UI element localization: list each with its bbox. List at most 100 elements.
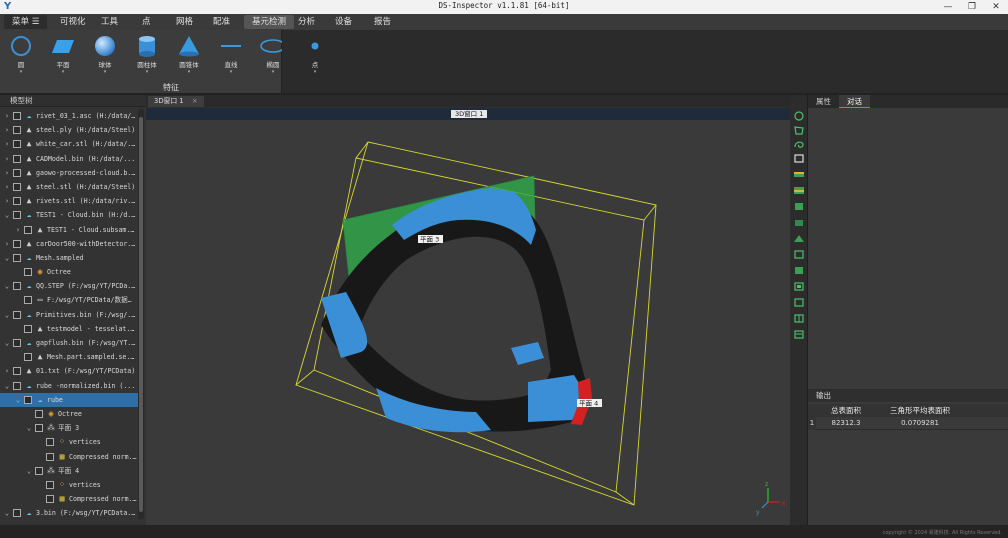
box-filter-icon[interactable]	[793, 249, 805, 260]
tree-row[interactable]: ▲ Mesh.part.sampled.se...	[0, 350, 138, 364]
tool-cylinder[interactable]: 圆柱体 ▾	[126, 33, 168, 79]
visibility-checkbox[interactable]	[13, 197, 21, 206]
tree-row[interactable]: ▭ F:/wsg/YT/PCData/数据文...	[0, 293, 138, 307]
column-header-total-area[interactable]: 总表面积	[816, 404, 876, 417]
visibility-checkbox[interactable]	[13, 182, 21, 191]
collapse-arrow-icon[interactable]: ⌄	[3, 379, 11, 393]
collapse-arrow-icon[interactable]: ⌄	[3, 308, 11, 322]
tab-dialog[interactable]: 对话	[839, 95, 870, 108]
visibility-checkbox[interactable]	[13, 381, 21, 390]
expand-arrow-icon[interactable]: ›	[3, 123, 11, 137]
tree-row[interactable]: ⌄ ☁ Primitives.bin (F:/wsg/...	[0, 308, 138, 322]
tree-row[interactable]: ▦ Compressed norm...	[0, 450, 138, 464]
3d-canvas[interactable]: 平面 3 平面 4 z x y	[146, 120, 790, 525]
visibility-checkbox[interactable]	[13, 211, 21, 220]
visibility-checkbox[interactable]	[13, 310, 21, 319]
menu-mesh[interactable]: 网格	[168, 15, 201, 29]
menu-main[interactable]: 菜单 ☰	[4, 15, 48, 29]
menu-visualize[interactable]: 可视化	[52, 15, 94, 29]
split-tool-icon[interactable]	[793, 313, 805, 324]
maximize-button[interactable]: ❐	[960, 0, 984, 14]
visibility-checkbox[interactable]	[35, 466, 43, 475]
collapse-arrow-icon[interactable]: ⌄	[3, 251, 11, 265]
visibility-checkbox[interactable]	[13, 282, 21, 291]
visibility-checkbox[interactable]	[24, 225, 32, 234]
slice-tool-icon[interactable]	[793, 217, 805, 228]
visibility-checkbox[interactable]	[13, 140, 21, 149]
tree-row[interactable]: ◉ Octree	[0, 265, 138, 279]
tree-row[interactable]: › ▲ steel.stl (H:/data/Steel)	[0, 180, 138, 194]
tree-row[interactable]: ⌄ ⁂ 平面 3	[0, 421, 138, 435]
visibility-checkbox[interactable]	[46, 452, 54, 461]
visibility-checkbox[interactable]	[24, 353, 32, 362]
visibility-checkbox[interactable]	[24, 324, 32, 333]
expand-arrow-icon[interactable]: ›	[3, 166, 11, 180]
visibility-checkbox[interactable]	[13, 367, 21, 376]
close-button[interactable]: ✕	[984, 0, 1008, 14]
visibility-checkbox[interactable]	[46, 438, 54, 447]
tree-row[interactable]: › ▲ CADModel.bin (H:/data/...	[0, 152, 138, 166]
tree-row[interactable]: ⌄ ☁ QQ.STEP (F:/wsg/YT/PCDa...	[0, 279, 138, 293]
tab-properties[interactable]: 属性	[808, 95, 839, 108]
merge-tool-icon[interactable]	[793, 297, 805, 308]
collapse-arrow-icon[interactable]: ⌄	[3, 279, 11, 293]
tree-row[interactable]: › ☁ rivet_03_1.asc (H:/data/...	[0, 109, 138, 123]
tool-circle[interactable]: 圆 ▾	[0, 33, 42, 79]
menu-points[interactable]: 点	[134, 15, 159, 29]
visibility-checkbox[interactable]	[13, 112, 21, 120]
menu-report[interactable]: 报告	[366, 15, 399, 29]
3d-scene[interactable]: 平面 3 平面 4 z x y	[146, 120, 790, 525]
tree-row[interactable]: ⁘ vertices	[0, 435, 138, 449]
expand-arrow-icon[interactable]: ›	[14, 223, 22, 237]
crop-tool-icon[interactable]	[793, 201, 805, 212]
tree-row[interactable]: ⁘ vertices	[0, 478, 138, 492]
layer-tool-icon[interactable]	[793, 185, 805, 196]
collapse-arrow-icon[interactable]: ⌄	[14, 393, 22, 407]
tree-row[interactable]: ⌄ ☁ 3.bin (F:/wsg/YT/PCData...	[0, 506, 138, 520]
tree-row[interactable]: › ▲ carDoor500-withDetector...	[0, 237, 138, 251]
tree-row[interactable]: › ▲ TEST1 - Cloud.subsam...	[0, 223, 138, 237]
filter-tool-icon[interactable]	[793, 233, 805, 244]
menu-analysis[interactable]: 分析	[290, 15, 323, 29]
model-tree[interactable]: › ☁ rivet_03_1.asc (H:/data/... › ▲ steel.ply…	[0, 109, 138, 521]
visibility-checkbox[interactable]	[13, 509, 21, 518]
expand-arrow-icon[interactable]: ›	[3, 194, 11, 208]
tree-row[interactable]: ▦ Compressed norm...	[0, 492, 138, 506]
visibility-checkbox[interactable]	[13, 126, 21, 135]
tool-sphere[interactable]: 球体 ▾	[84, 33, 126, 79]
tree-row[interactable]: › ▲ gaowo-processed-cloud.b...	[0, 166, 138, 180]
tree-row[interactable]: ⌄ ☁ gapflush.bin (F:/wsg/YT...	[0, 336, 138, 350]
tool-line[interactable]: 直线 ▾	[210, 33, 252, 79]
expand-arrow-icon[interactable]: ›	[3, 237, 11, 251]
segment-tool-icon[interactable]	[793, 169, 805, 180]
expand-arrow-icon[interactable]: ›	[3, 152, 11, 166]
tree-row[interactable]: › ▲ white_car.stl (H:/data/...	[0, 137, 138, 151]
scrollbar-thumb[interactable]	[139, 117, 143, 512]
expand-arrow-icon[interactable]: ›	[3, 109, 11, 123]
visibility-checkbox[interactable]	[24, 395, 32, 404]
tool-point[interactable]: 点 ▾	[294, 33, 336, 79]
visibility-checkbox[interactable]	[46, 480, 54, 489]
polygon-select-icon[interactable]	[793, 125, 805, 136]
visibility-checkbox[interactable]	[13, 339, 21, 347]
visibility-checkbox[interactable]	[13, 154, 21, 163]
rect-select-icon[interactable]	[793, 153, 805, 164]
menu-device[interactable]: 设备	[327, 15, 360, 29]
tree-row[interactable]: ⌄ ⁂ 平面 4	[0, 464, 138, 478]
tree-row[interactable]: › ▲ steel.ply (H:/data/Steel)	[0, 123, 138, 137]
duplicate-tool-icon[interactable]	[793, 281, 805, 292]
minimize-button[interactable]: —	[936, 0, 960, 14]
tool-plane[interactable]: 平面 ▾	[42, 33, 84, 79]
collapse-arrow-icon[interactable]: ⌄	[3, 336, 11, 350]
visibility-checkbox[interactable]	[24, 268, 32, 277]
visibility-checkbox[interactable]	[13, 253, 21, 262]
collapse-arrow-icon[interactable]: ⌄	[3, 506, 11, 520]
visibility-checkbox[interactable]	[13, 168, 21, 177]
cube-tool-icon[interactable]	[793, 265, 805, 276]
visibility-checkbox[interactable]	[13, 239, 21, 248]
freehand-select-icon[interactable]	[793, 139, 805, 150]
tree-row[interactable]: ⌄ ☁ rube -normalized.bin (...	[0, 379, 138, 393]
menu-primitive-detection[interactable]: 基元检测	[244, 15, 295, 29]
tool-cone[interactable]: 圆锥体 ▾	[168, 33, 210, 79]
collapse-arrow-icon[interactable]: ⌄	[25, 421, 33, 435]
